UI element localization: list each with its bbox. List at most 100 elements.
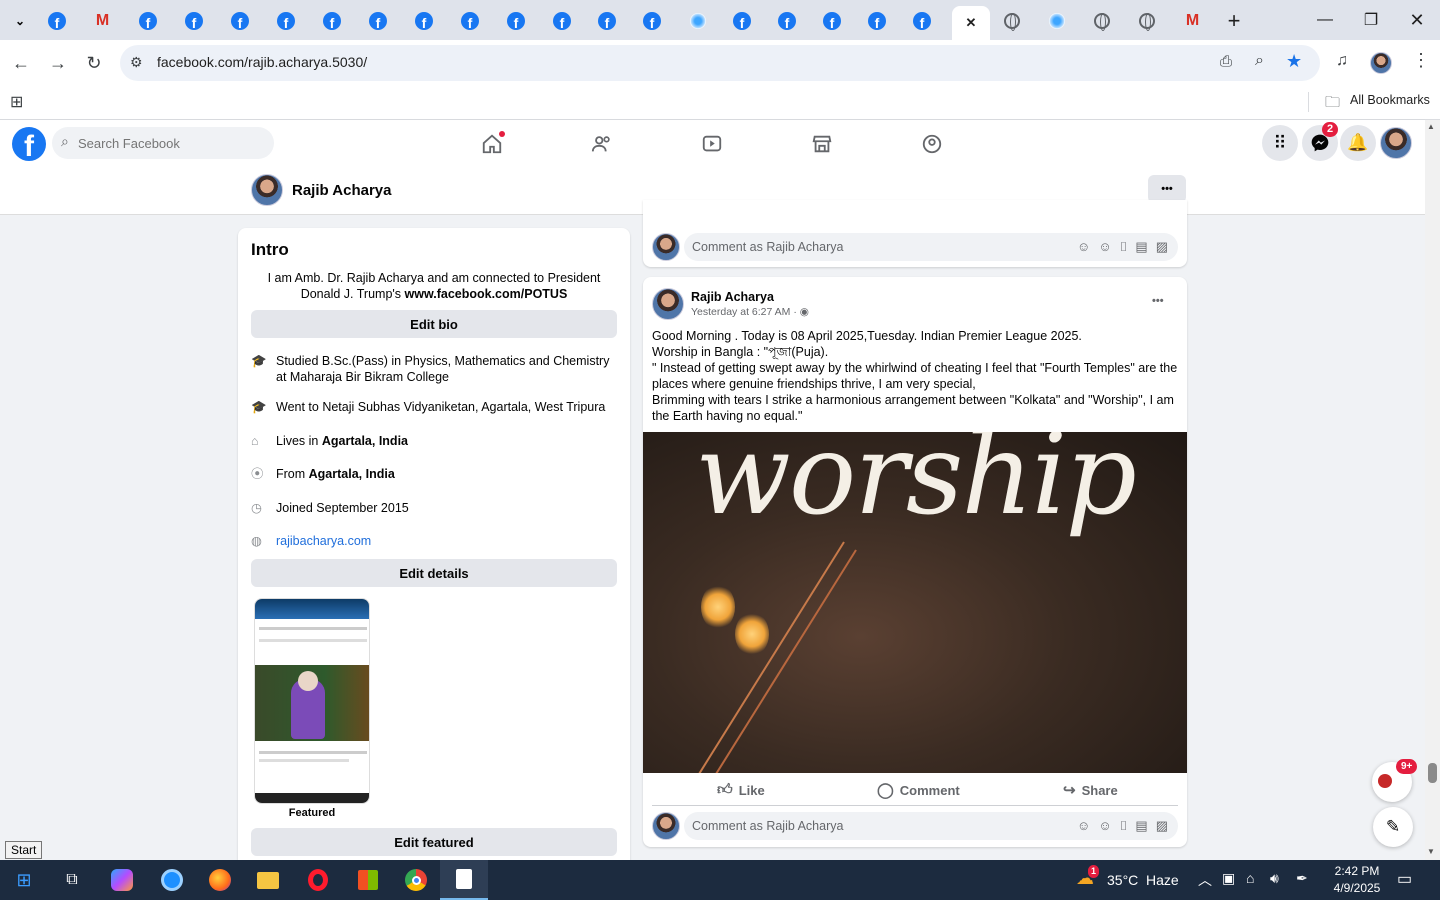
site-settings-icon[interactable]: ⚙	[130, 54, 143, 71]
tab-active[interactable]: ✕	[952, 6, 990, 40]
tab-gmail[interactable]: M	[80, 6, 124, 36]
taskbar-notepad-active[interactable]	[440, 860, 488, 900]
forward-button[interactable]: →	[43, 48, 73, 78]
gif-icon[interactable]: ▤	[1135, 818, 1147, 834]
profile-avatar[interactable]	[1370, 52, 1392, 74]
taskbar-opera[interactable]	[294, 860, 342, 900]
new-tab-button[interactable]: +	[1212, 6, 1256, 36]
tab-facebook[interactable]: f	[765, 6, 809, 36]
search-box[interactable]: ⌕	[52, 127, 274, 159]
edit-details-button[interactable]: Edit details	[251, 559, 617, 587]
weather-condition[interactable]: Haze	[1146, 872, 1179, 888]
tab-facebook[interactable]: f	[900, 6, 944, 36]
close-icon[interactable]: ✕	[966, 15, 977, 31]
tab-facebook[interactable]: f	[172, 6, 216, 36]
tab-web[interactable]	[990, 6, 1034, 36]
post-author-avatar[interactable]	[652, 288, 684, 320]
nav-groups[interactable]	[912, 128, 952, 160]
page-scrollbar[interactable]: ▲ ▼	[1425, 120, 1440, 860]
volume-icon[interactable]: 🔊︎	[1270, 870, 1279, 887]
scrollbar-thumb[interactable]	[1428, 763, 1437, 783]
nav-video[interactable]	[692, 128, 732, 160]
gif-icon[interactable]: ▤	[1135, 239, 1147, 255]
comment-button[interactable]: ◯ Comment	[877, 781, 960, 799]
tab-facebook[interactable]: f	[264, 6, 308, 36]
clock-time[interactable]: 2:42 PM	[1332, 864, 1382, 878]
camera-icon[interactable]: ⌷	[1120, 818, 1128, 834]
tab-facebook[interactable]: f	[126, 6, 170, 36]
post-menu-icon[interactable]: •••	[1152, 295, 1164, 307]
profile-more-button[interactable]: •••	[1148, 175, 1186, 203]
back-button[interactable]: ←	[6, 48, 36, 78]
taskbar-copilot[interactable]	[98, 860, 146, 900]
pen-icon[interactable]: ✒	[1296, 870, 1308, 887]
start-button[interactable]: ⊞	[0, 860, 48, 900]
tab-gmail[interactable]: M	[1170, 6, 1214, 36]
menu-button[interactable]: ⠿	[1262, 125, 1298, 161]
restore-button[interactable]: ❐	[1348, 0, 1394, 40]
taskbar-firefox[interactable]	[196, 860, 244, 900]
emoji-icon[interactable]: ☺	[1098, 818, 1111, 834]
bio-link[interactable]: www.facebook.com/POTUS	[405, 287, 568, 301]
scroll-up-icon[interactable]: ▲	[1427, 122, 1435, 131]
sticker-icon[interactable]: ▨	[1156, 818, 1168, 834]
tab-web[interactable]	[1080, 6, 1124, 36]
notifications-button[interactable]: 🔔	[1340, 125, 1376, 161]
detail-bold[interactable]: Agartala, India	[309, 467, 395, 481]
tab-facebook[interactable]: f	[402, 6, 446, 36]
taskbar-chrome[interactable]	[392, 860, 440, 900]
chevron-up-icon[interactable]: ︿	[1198, 870, 1212, 890]
search-input[interactable]	[78, 127, 268, 159]
post-author[interactable]: Rajib Acharya	[691, 290, 774, 304]
facebook-logo-icon[interactable]: f	[12, 127, 46, 161]
temperature[interactable]: 35°C	[1107, 872, 1138, 888]
notification-center-icon[interactable]: ▭	[1397, 869, 1412, 889]
emoji-icon[interactable]: ☺	[1098, 239, 1111, 255]
comment-input[interactable]: Comment as Rajib Acharya ☺ ☺ ⌷ ▤ ▨	[684, 233, 1178, 261]
account-avatar[interactable]	[1380, 127, 1412, 159]
install-app-icon[interactable]: ⎙	[1220, 53, 1232, 70]
tab-facebook[interactable]: f	[630, 6, 674, 36]
tab-facebook[interactable]: f	[356, 6, 400, 36]
clock-date[interactable]: 4/9/2025	[1328, 881, 1386, 895]
taskbar-store[interactable]	[344, 860, 392, 900]
floating-chat-head[interactable]: 9+	[1372, 759, 1418, 802]
nav-friends[interactable]	[582, 128, 622, 160]
bookmark-star-icon[interactable]: ★	[1286, 51, 1302, 72]
post-time[interactable]: Yesterday at 6:27 AM · ◉	[691, 306, 809, 318]
profile-avatar[interactable]	[251, 174, 283, 206]
tab-facebook[interactable]: f	[310, 6, 354, 36]
edit-featured-button[interactable]: Edit featured	[251, 828, 617, 856]
reload-button[interactable]: ↻	[79, 48, 109, 78]
tab-facebook[interactable]: f	[720, 6, 764, 36]
url-text[interactable]: facebook.com/rajib.acharya.5030/	[157, 54, 367, 70]
nav-home[interactable]	[472, 128, 512, 160]
post-image[interactable]: worship	[643, 432, 1187, 773]
security-icon[interactable]: ▣	[1222, 870, 1235, 887]
sticker-icon[interactable]: ▨	[1156, 239, 1168, 255]
task-view-button[interactable]: ⧉	[48, 860, 96, 900]
all-bookmarks-link[interactable]: All Bookmarks	[1350, 93, 1430, 107]
featured-thumbnail[interactable]	[254, 598, 370, 804]
website-link[interactable]: rajibacharya.com	[276, 533, 616, 549]
messenger-button[interactable]: 2	[1302, 122, 1339, 161]
tab-facebook[interactable]: f	[494, 6, 538, 36]
edit-bio-button[interactable]: Edit bio	[251, 310, 617, 338]
network-icon[interactable]: ⌂	[1246, 870, 1254, 886]
tab-facebook[interactable]: f	[35, 6, 79, 36]
kebab-menu-icon[interactable]: ⋮	[1412, 50, 1430, 71]
scroll-down-icon[interactable]: ▼	[1427, 847, 1435, 856]
like-button[interactable]: 👍︎ Like	[717, 781, 765, 799]
zoom-icon[interactable]: ⌕	[1255, 52, 1264, 70]
taskbar-file-explorer[interactable]	[244, 860, 292, 900]
profile-name[interactable]: Rajib Acharya	[292, 182, 392, 199]
detail-bold[interactable]: Agartala, India	[322, 434, 408, 448]
tab-search-dropdown[interactable]: ⌄	[0, 6, 40, 36]
tab-web[interactable]	[1035, 6, 1079, 36]
tab-facebook[interactable]: f	[540, 6, 584, 36]
tab-facebook[interactable]: f	[585, 6, 629, 36]
apps-grid-icon[interactable]: ⊞	[10, 92, 23, 112]
tab-facebook[interactable]: f	[855, 6, 899, 36]
tab-web[interactable]	[1125, 6, 1169, 36]
address-bar[interactable]: ⚙ facebook.com/rajib.acharya.5030/ ⎙ ⌕ ★	[120, 45, 1320, 81]
